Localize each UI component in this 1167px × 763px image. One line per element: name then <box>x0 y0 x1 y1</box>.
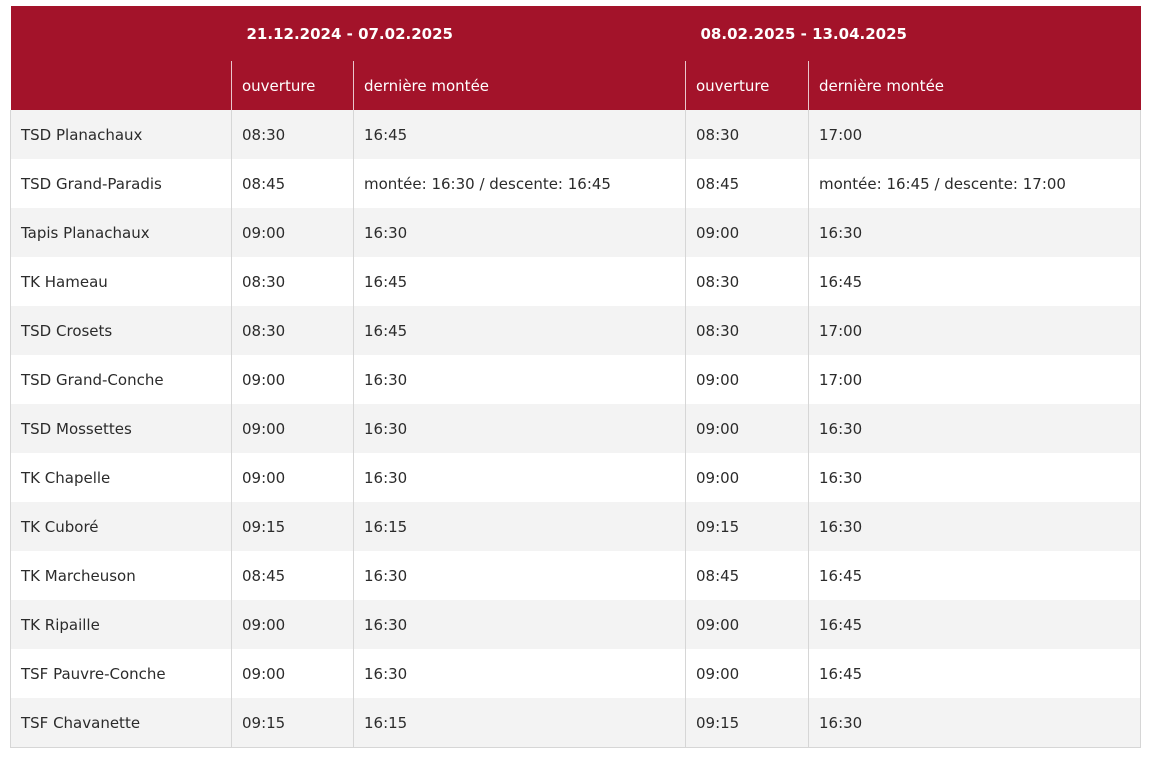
period-1-opening-cell: 08:30 <box>231 110 354 159</box>
table-row: TSD Crosets 08:30 16:45 08:30 17:00 <box>10 306 1141 355</box>
lift-name-cell: TSD Planachaux <box>10 110 232 159</box>
period-2-last-ascent-cell: 17:00 <box>808 355 1141 404</box>
period-1-last-ascent-cell: 16:15 <box>353 502 686 551</box>
lift-name-cell: TSD Grand-Paradis <box>10 159 232 208</box>
lift-name-cell: TK Chapelle <box>10 453 232 502</box>
lift-name-cell: TK Cuboré <box>10 502 232 551</box>
period-1-opening-cell: 09:15 <box>231 502 354 551</box>
period-1-opening-cell: 09:00 <box>231 649 354 698</box>
period-1-header: 21.12.2024 - 07.02.2025 <box>231 6 686 61</box>
period-2-last-ascent-cell: 16:30 <box>808 208 1141 257</box>
period-2-opening-header: ouverture <box>685 61 809 110</box>
period-1-last-ascent-cell: 16:30 <box>353 551 686 600</box>
period-2-opening-cell: 09:00 <box>685 453 809 502</box>
lift-name-cell: Tapis Planachaux <box>10 208 232 257</box>
schedule-container: 21.12.2024 - 07.02.2025 08.02.2025 - 13.… <box>10 6 1141 748</box>
period-1-opening-cell: 09:00 <box>231 600 354 649</box>
lift-name-cell: TSF Pauvre-Conche <box>10 649 232 698</box>
period-2-header: 08.02.2025 - 13.04.2025 <box>685 6 1141 61</box>
period-1-opening-cell: 08:30 <box>231 306 354 355</box>
table-body: TSD Planachaux 08:30 16:45 08:30 17:00 TSD Gr… <box>10 110 1141 748</box>
period-1-last-ascent-header: dernière montée <box>353 61 686 110</box>
period-1-opening-cell: 08:45 <box>231 551 354 600</box>
period-2-opening-cell: 09:00 <box>685 649 809 698</box>
period-2-last-ascent-cell: 16:45 <box>808 600 1141 649</box>
period-2-opening-cell: 09:15 <box>685 502 809 551</box>
table-header: 21.12.2024 - 07.02.2025 08.02.2025 - 13.… <box>10 6 1141 110</box>
period-1-opening-cell: 09:00 <box>231 453 354 502</box>
period-2-last-ascent-cell: 16:30 <box>808 502 1141 551</box>
lift-name-cell: TK Marcheuson <box>10 551 232 600</box>
period-2-last-ascent-cell: 16:30 <box>808 698 1141 748</box>
period-1-last-ascent-cell: 16:45 <box>353 306 686 355</box>
period-1-last-ascent-cell: 16:45 <box>353 110 686 159</box>
period-2-last-ascent-cell: 16:30 <box>808 404 1141 453</box>
period-1-opening-header: ouverture <box>231 61 354 110</box>
period-1-last-ascent-cell: 16:30 <box>353 355 686 404</box>
table-row: TSD Planachaux 08:30 16:45 08:30 17:00 <box>10 110 1141 159</box>
period-2-opening-cell: 09:00 <box>685 355 809 404</box>
period-2-opening-cell: 08:30 <box>685 110 809 159</box>
period-1-last-ascent-cell: 16:45 <box>353 257 686 306</box>
period-2-opening-cell: 09:00 <box>685 600 809 649</box>
lift-name-cell: TK Ripaille <box>10 600 232 649</box>
period-2-opening-cell: 09:00 <box>685 208 809 257</box>
period-2-opening-cell: 09:00 <box>685 404 809 453</box>
lift-name-cell: TK Hameau <box>10 257 232 306</box>
period-2-last-ascent-cell: 16:45 <box>808 551 1141 600</box>
table-row: TK Ripaille 09:00 16:30 09:00 16:45 <box>10 600 1141 649</box>
period-2-last-ascent-cell: 16:45 <box>808 257 1141 306</box>
period-2-opening-cell: 08:30 <box>685 257 809 306</box>
table-row: TK Cuboré 09:15 16:15 09:15 16:30 <box>10 502 1141 551</box>
table-row: TK Marcheuson 08:45 16:30 08:45 16:45 <box>10 551 1141 600</box>
period-1-opening-cell: 09:15 <box>231 698 354 748</box>
period-1-opening-cell: 09:00 <box>231 355 354 404</box>
table-row: TSF Chavanette 09:15 16:15 09:15 16:30 <box>10 698 1141 748</box>
period-1-last-ascent-cell: 16:30 <box>353 600 686 649</box>
lift-name-cell: TSD Mossettes <box>10 404 232 453</box>
period-1-last-ascent-cell: 16:30 <box>353 649 686 698</box>
period-2-opening-cell: 08:45 <box>685 551 809 600</box>
period-2-last-ascent-cell: 17:00 <box>808 306 1141 355</box>
period-2-last-ascent-cell: 16:30 <box>808 453 1141 502</box>
table-row: TK Hameau 08:30 16:45 08:30 16:45 <box>10 257 1141 306</box>
period-1-opening-cell: 08:30 <box>231 257 354 306</box>
period-2-opening-cell: 08:45 <box>685 159 809 208</box>
lift-name-cell: TSD Crosets <box>10 306 232 355</box>
period-1-last-ascent-cell: 16:15 <box>353 698 686 748</box>
lift-name-cell: TSD Grand-Conche <box>10 355 232 404</box>
lift-schedule-table: 21.12.2024 - 07.02.2025 08.02.2025 - 13.… <box>10 6 1141 748</box>
table-row: TSD Mossettes 09:00 16:30 09:00 16:30 <box>10 404 1141 453</box>
period-1-opening-cell: 09:00 <box>231 208 354 257</box>
lift-name-cell: TSF Chavanette <box>10 698 232 748</box>
period-1-last-ascent-cell: montée: 16:30 / descente: 16:45 <box>353 159 686 208</box>
table-row: TSD Grand-Conche 09:00 16:30 09:00 17:00 <box>10 355 1141 404</box>
period-header-row: 21.12.2024 - 07.02.2025 08.02.2025 - 13.… <box>10 6 1141 61</box>
period-1-opening-cell: 08:45 <box>231 159 354 208</box>
table-row: Tapis Planachaux 09:00 16:30 09:00 16:30 <box>10 208 1141 257</box>
period-1-last-ascent-cell: 16:30 <box>353 404 686 453</box>
table-row: TSF Pauvre-Conche 09:00 16:30 09:00 16:45 <box>10 649 1141 698</box>
table-row: TSD Grand-Paradis 08:45 montée: 16:30 / de… <box>10 159 1141 208</box>
period-2-opening-cell: 08:30 <box>685 306 809 355</box>
period-1-last-ascent-cell: 16:30 <box>353 208 686 257</box>
period-2-last-ascent-cell: montée: 16:45 / descente: 17:00 <box>808 159 1141 208</box>
period-2-opening-cell: 09:15 <box>685 698 809 748</box>
lift-name-column-header <box>10 61 232 110</box>
header-blank-cell <box>10 6 232 61</box>
period-2-last-ascent-cell: 17:00 <box>808 110 1141 159</box>
period-2-last-ascent-cell: 16:45 <box>808 649 1141 698</box>
period-1-last-ascent-cell: 16:30 <box>353 453 686 502</box>
table-row: TK Chapelle 09:00 16:30 09:00 16:30 <box>10 453 1141 502</box>
column-header-row: ouverture dernière montée ouverture dern… <box>10 61 1141 110</box>
period-2-last-ascent-header: dernière montée <box>808 61 1141 110</box>
period-1-opening-cell: 09:00 <box>231 404 354 453</box>
